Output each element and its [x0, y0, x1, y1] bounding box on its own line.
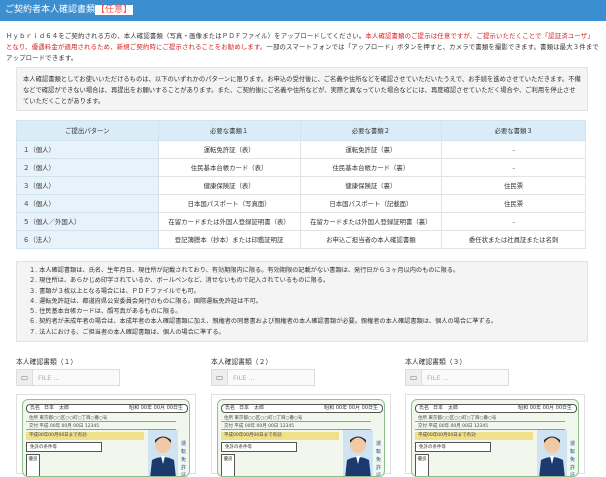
optional-tag: 【任意】 [95, 5, 134, 15]
document-pattern-table: ご提出パターン 必要な書類１ 必要な書類２ 必要な書類３ １（個人） 運転免許証… [16, 120, 586, 249]
file-browse-button[interactable]: ▭ [406, 370, 422, 385]
notes-box: １. 本人確認書類は、氏名、生年月日、現住所が記載されており、有効期限内に限る。… [16, 261, 588, 342]
pattern-cell: ２（個人） [16, 158, 159, 177]
file-placeholder: FILE ... [38, 373, 60, 382]
file-input-1[interactable]: ▭ FILE ... [16, 369, 120, 386]
table-cell: 運転免許証（裏） [299, 140, 443, 159]
note-item: ６. 契約者が未成年者の場合は、本成年者の本人確認書類に加え、親権者の同意書およ… [29, 318, 497, 326]
file-browse-button[interactable]: ▭ [212, 370, 228, 385]
column-header: 必要な書類３ [441, 120, 586, 141]
table-cell: 委任状または社員証または名刺 [441, 230, 586, 249]
license-card-sample: 氏名 日本 太郎 昭和 00年 00月 00日生 住所 東京都○○区○○町○丁目○番… [217, 399, 385, 477]
note-item: １. 本人確認書類は、氏名、生年月日、現住所が記載されており、有効期限内に限る。… [29, 267, 460, 274]
table-row: ４（個人） 日本国パスポート（写真面） 日本国パスポート（記載面） 住民票 [16, 194, 586, 213]
sample-image-frame-3: 氏名 日本 太郎 昭和 00年 00月 00日生 住所 東京都○○区○○町○丁目○番… [405, 394, 585, 477]
pattern-cell: ４（個人） [16, 194, 159, 213]
file-placeholder: FILE ... [233, 373, 255, 382]
upload-label-2: 本人確認書類（２） [211, 358, 273, 366]
table-cell: 住民基本台帳カード（裏） [299, 158, 443, 177]
table-cell: 登記簿謄本（抄本）または印鑑証明証 [157, 230, 301, 249]
note-item: ２. 現住所は、あらかじめ印字されているか、ボールペンなど、消せないもので記入さ… [29, 277, 330, 285]
license-card-sample: 氏名 日本 太郎 昭和 00年 00月 00日生 住所 東京都○○区○○町○丁目○番… [22, 399, 190, 477]
table-row: １（個人） 運転免許証（表） 運転免許証（裏） - [16, 140, 586, 159]
sample-image-frame-1: 氏名 日本 太郎 昭和 00年 00月 00日生 住所 東京都○○区○○町○丁目○番… [16, 394, 196, 477]
file-input-3[interactable]: ▭ FILE ... [405, 369, 509, 386]
table-header-row: ご提出パターン 必要な書類１ 必要な書類２ 必要な書類３ [16, 120, 586, 141]
column-header: ご提出パターン [16, 120, 159, 141]
table-cell: 住民基本台帳カード（表） [157, 158, 301, 177]
table-cell: 日本国パスポート（記載面） [299, 194, 443, 213]
file-input-2[interactable]: ▭ FILE ... [211, 369, 315, 386]
file-icon: ▭ [409, 373, 418, 382]
pattern-cell: ６（法人） [16, 230, 159, 249]
table-cell: 在留カードまたは外国人登録証明書（裏） [299, 212, 443, 231]
pattern-cell: ５（個人／外国人） [16, 212, 159, 231]
person-photo-icon [537, 430, 567, 476]
notes-list: １. 本人確認書類は、氏名、生年月日、現住所が記載されており、有効期限内に限る。… [29, 266, 587, 338]
note-item: ７. 法人における、ご担当者の本人確認書類は、個人の場合に準ずる。 [29, 328, 225, 336]
sample-image-frame-2: 氏名 日本 太郎 昭和 00年 00月 00日生 住所 東京都○○区○○町○丁目○番… [211, 394, 391, 477]
table-cell: 住民票 [441, 176, 586, 195]
table-cell: - [441, 140, 586, 159]
intro-text: Ｈｙｂｒｉｄ６４をご契約される方の、本人確認書類（写真・画像またはＰＤＦファイル… [6, 32, 599, 62]
file-browse-button[interactable]: ▭ [17, 370, 33, 385]
note-item: ５. 住民基本台帳カードは、顔写真があるものに限る。 [29, 308, 182, 316]
table-cell: 健康保険証（表） [157, 176, 301, 195]
upload-label-3: 本人確認書類（３） [405, 358, 467, 366]
notice-box: 本人確認書類としてお使いいただけるものは、以下のいずれかのパターンに限ります。お… [16, 67, 588, 111]
table-cell: - [441, 212, 586, 231]
table-cell: 健康保険証（裏） [299, 176, 443, 195]
pattern-cell: ３（個人） [16, 176, 159, 195]
person-photo-icon [343, 430, 373, 476]
license-card-sample: 氏名 日本 太郎 昭和 00年 00月 00日生 住所 東京都○○区○○町○丁目○番… [411, 399, 579, 477]
table-cell: お申込ご担当者の本人確認書類 [299, 230, 443, 249]
column-header: 必要な書類２ [299, 120, 443, 141]
table-row: ３（個人） 健康保険証（表） 健康保険証（裏） 住民票 [16, 176, 586, 195]
table-cell: 住民票 [441, 194, 586, 213]
column-header: 必要な書類１ [157, 120, 301, 141]
file-placeholder: FILE ... [427, 373, 449, 382]
section-title: ご契約者本人確認書類 [5, 5, 96, 15]
table-cell: - [441, 158, 586, 177]
file-icon: ▭ [20, 373, 29, 382]
note-item: ４. 運転免許証は、都道府県公安委員会発行のものに限る。国際運転免許証は不可。 [29, 297, 262, 305]
note-item: ３. 書類が３枚以上となる場合には、ＰＤＦファイルでも可。 [29, 287, 200, 295]
table-row: ５（個人／外国人） 在留カードまたは外国人登録証明書（表） 在留カードまたは外国… [16, 212, 586, 231]
pattern-cell: １（個人） [16, 140, 159, 159]
table-cell: 日本国パスポート（写真面） [157, 194, 301, 213]
table-row: ６（法人） 登記簿謄本（抄本）または印鑑証明証 お申込ご担当者の本人確認書類 委… [16, 230, 586, 249]
section-header: ご契約者本人確認書類【任意】 [0, 0, 606, 21]
table-cell: 在留カードまたは外国人登録証明書（表） [157, 212, 301, 231]
table-cell: 運転免許証（表） [157, 140, 301, 159]
person-photo-icon [148, 430, 178, 476]
upload-label-1: 本人確認書類（１） [16, 358, 78, 366]
file-icon: ▭ [215, 373, 224, 382]
table-row: ２（個人） 住民基本台帳カード（表） 住民基本台帳カード（裏） - [16, 158, 586, 177]
